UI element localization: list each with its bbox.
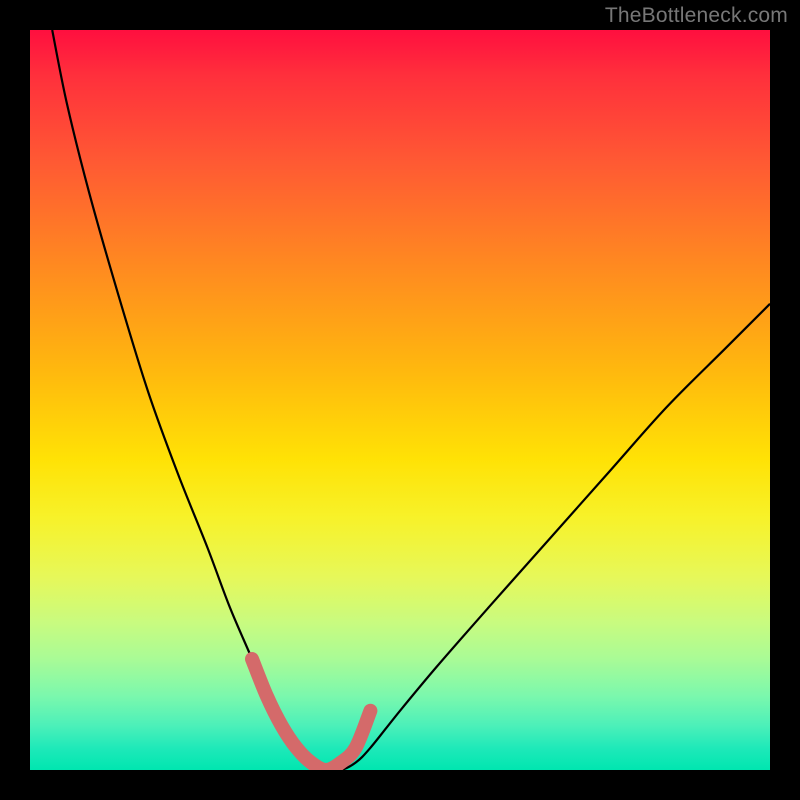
bottleneck-curve-line — [52, 30, 770, 770]
watermark-text: TheBottleneck.com — [605, 4, 788, 28]
curve-overlay — [30, 30, 770, 770]
chart-frame: TheBottleneck.com — [0, 0, 800, 800]
bottleneck-curve-highlight — [252, 659, 370, 770]
plot-area — [30, 30, 770, 770]
